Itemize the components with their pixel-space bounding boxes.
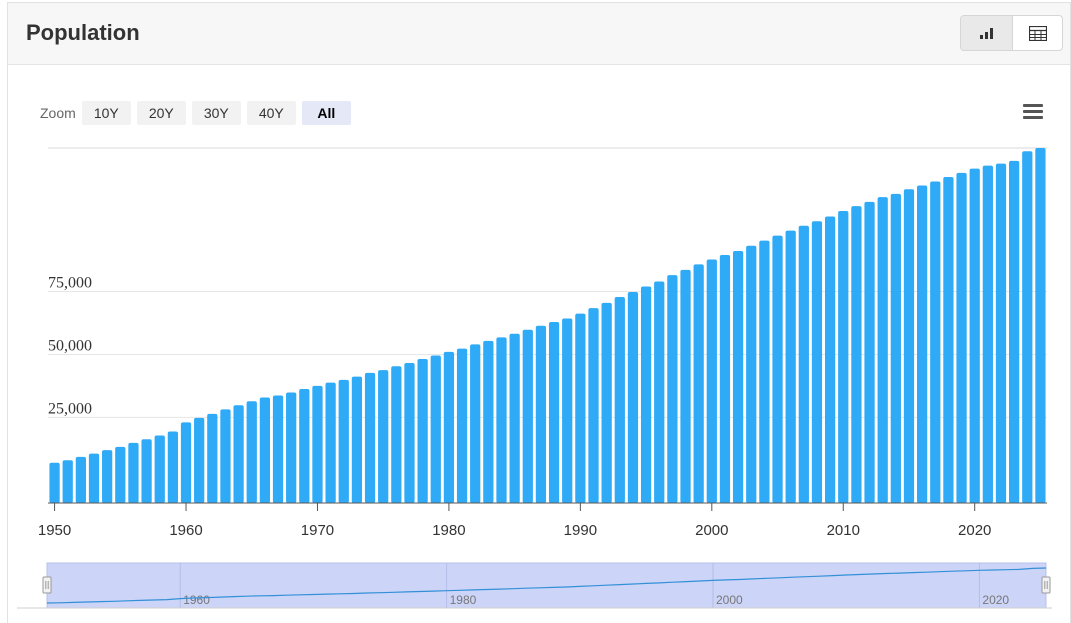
bar (535, 325, 547, 503)
bar (1009, 160, 1020, 503)
bar (785, 230, 796, 504)
bar (194, 417, 205, 503)
bar (180, 422, 192, 503)
bar (522, 329, 533, 503)
bar (930, 181, 941, 503)
x-tick-label: 2010 (827, 522, 860, 539)
bar (207, 413, 218, 503)
bar (916, 185, 928, 503)
bar (430, 355, 441, 503)
bar (640, 286, 652, 503)
bar (154, 435, 165, 503)
bar (404, 363, 415, 503)
x-tick-label: 1990 (564, 522, 597, 539)
bar (1022, 151, 1033, 503)
bar (693, 264, 704, 503)
navigator-tick-label: 2020 (982, 593, 1009, 607)
handle-body (42, 576, 52, 594)
bar (838, 210, 849, 503)
x-tick-label: 1970 (301, 522, 334, 539)
bar (575, 313, 586, 503)
navigator-right-handle[interactable] (1041, 576, 1051, 594)
bar (128, 442, 139, 503)
y-tick-label: 25,000 (48, 400, 92, 417)
bar (864, 201, 875, 503)
handle-body (1041, 576, 1051, 594)
bar (88, 453, 100, 503)
x-tick-label: 2000 (695, 522, 728, 539)
bar (719, 255, 731, 503)
bar (811, 221, 823, 503)
bar (443, 351, 455, 503)
bar (759, 240, 770, 504)
bar (614, 297, 625, 503)
x-tick-label: 2020 (958, 522, 991, 539)
bar (233, 405, 244, 503)
bar (956, 172, 967, 503)
bar (877, 197, 888, 503)
bar (601, 302, 612, 503)
bar (417, 358, 428, 503)
bar (325, 382, 336, 503)
x-tick-label: 1980 (432, 522, 465, 539)
bar (220, 409, 231, 503)
population-chart: 25,000 50,000 75,000 1950 1960 1970 1980 1990 20… (17, 147, 1052, 609)
bar (824, 216, 836, 503)
bar (286, 392, 297, 503)
bar (627, 292, 639, 503)
bar (391, 366, 402, 503)
x-tick-label: 1950 (38, 522, 71, 539)
bar (167, 431, 179, 503)
bar (548, 321, 560, 503)
bar (272, 395, 284, 503)
navigator-tick-label: 1980 (450, 593, 477, 607)
navigator-tick-label: 1960 (183, 593, 210, 607)
bar (456, 348, 468, 503)
bar (509, 333, 520, 503)
bar (102, 450, 113, 503)
bar (483, 340, 494, 503)
bar (562, 318, 573, 503)
bar (890, 193, 901, 503)
bar (351, 376, 363, 503)
bar (312, 385, 323, 503)
bar (299, 388, 310, 503)
bar (851, 206, 862, 503)
bar (62, 460, 73, 503)
bar (982, 165, 993, 503)
bar (246, 401, 257, 503)
bar (588, 308, 599, 503)
bar (732, 250, 744, 503)
bar (772, 235, 783, 504)
navigator-left-handle[interactable] (42, 576, 52, 594)
bar (667, 275, 678, 503)
bar (259, 397, 271, 503)
bar (943, 176, 954, 503)
y-tick-label: 50,000 (48, 337, 92, 354)
bar (706, 259, 717, 503)
bar (1035, 148, 1046, 503)
bar (338, 379, 349, 503)
bar (496, 337, 507, 503)
bar (75, 456, 86, 503)
bar (378, 370, 389, 503)
bar (746, 245, 757, 504)
bar (680, 269, 691, 503)
bar (115, 446, 126, 503)
bar (798, 225, 809, 504)
bar (364, 372, 376, 503)
bar (49, 462, 60, 503)
bar (470, 344, 481, 503)
bar (903, 189, 915, 504)
bar (969, 168, 980, 503)
bar (995, 163, 1007, 503)
bar (654, 281, 665, 503)
x-tick-label: 1960 (169, 522, 202, 539)
bar (141, 439, 152, 503)
navigator-tick-label: 2000 (716, 593, 743, 607)
y-tick-label: 75,000 (48, 275, 92, 292)
